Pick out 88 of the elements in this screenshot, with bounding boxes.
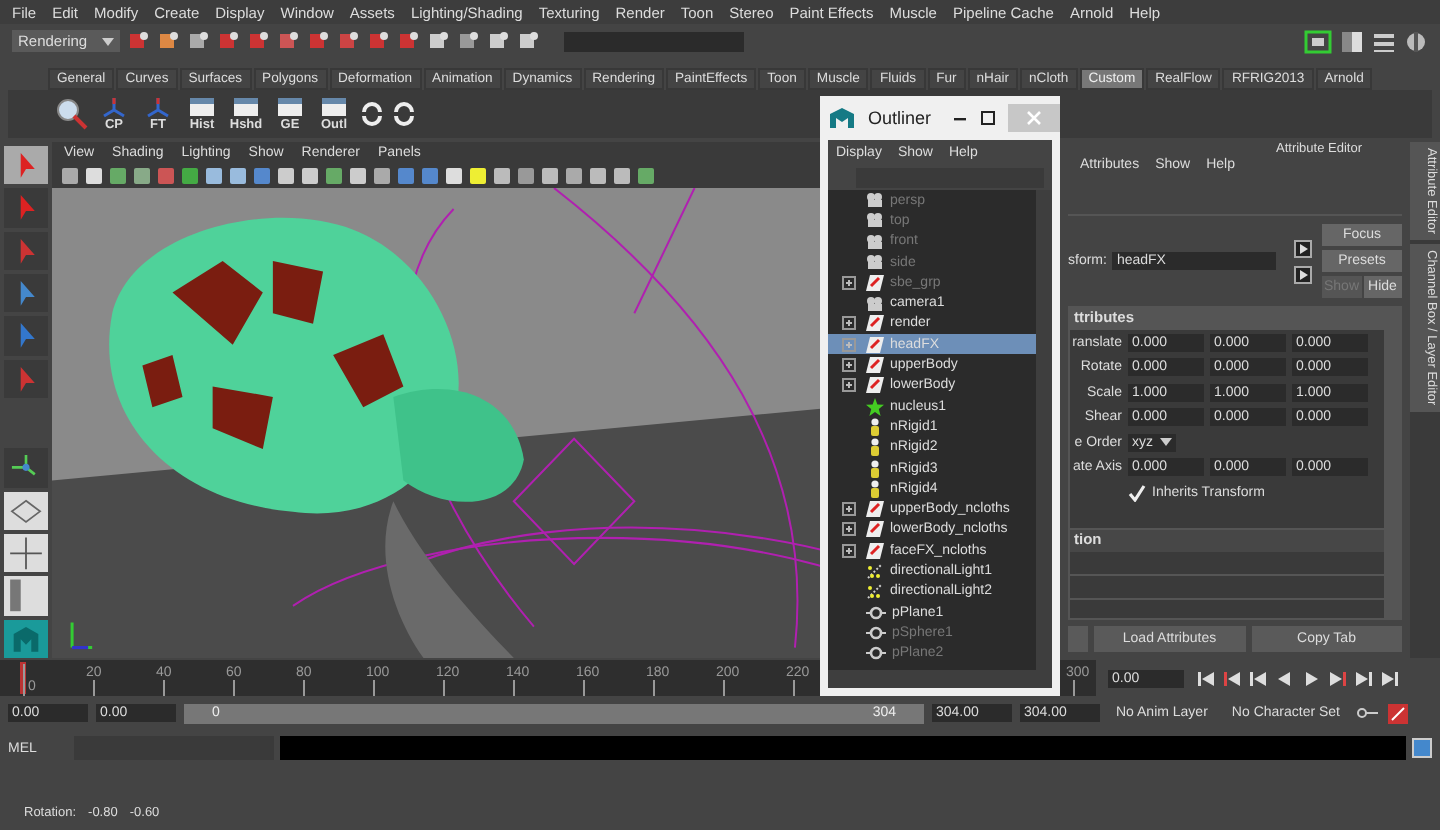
tool-icon[interactable] <box>248 30 270 52</box>
axes-icon <box>144 96 172 118</box>
playback-icon[interactable] <box>1274 669 1296 687</box>
star-icon <box>866 397 884 416</box>
filter-field[interactable] <box>856 168 1044 188</box>
tool-icon[interactable] <box>128 30 150 52</box>
logo-icon[interactable] <box>4 619 48 659</box>
checkbox[interactable] <box>1128 483 1146 502</box>
key-icon[interactable] <box>1356 704 1381 722</box>
arrow-icon[interactable] <box>1294 239 1313 257</box>
expand-icon[interactable] <box>841 502 855 517</box>
figure-icon <box>866 417 884 436</box>
list-icon[interactable] <box>1372 29 1396 53</box>
magnifier-icon[interactable] <box>56 98 88 130</box>
playback-icon[interactable] <box>1326 669 1348 687</box>
light-icon <box>866 582 884 601</box>
arrows-icon[interactable] <box>392 102 416 126</box>
panel-icon[interactable] <box>1340 29 1364 53</box>
expand-icon[interactable] <box>841 522 855 537</box>
window-icon <box>276 96 304 118</box>
tool-icon[interactable] <box>4 146 48 185</box>
expand-icon[interactable] <box>841 316 855 331</box>
camera-icon <box>866 254 884 271</box>
layout-icon[interactable] <box>4 533 48 573</box>
figure-icon <box>866 459 884 477</box>
axes-icon <box>100 96 128 118</box>
tool-icon[interactable] <box>458 30 480 52</box>
playback-icon[interactable] <box>1248 669 1270 687</box>
tool-icon[interactable] <box>308 30 330 52</box>
tool-icon[interactable] <box>428 30 450 52</box>
layout-icon[interactable] <box>4 576 48 616</box>
window-icon <box>232 96 260 118</box>
camera-icon <box>866 212 884 229</box>
arrows-icon[interactable] <box>360 102 384 126</box>
panel-icon[interactable] <box>1304 29 1332 53</box>
expand-icon[interactable] <box>841 543 855 558</box>
tool-icon[interactable] <box>158 30 180 52</box>
node-icon <box>866 273 884 292</box>
window-icon <box>188 96 216 118</box>
axis-icon <box>70 620 94 650</box>
expand-icon[interactable] <box>841 358 855 373</box>
scrollbar[interactable] <box>828 670 1052 688</box>
layout-icon[interactable] <box>4 491 48 530</box>
playback-icon[interactable] <box>1222 669 1244 687</box>
playback-icon[interactable] <box>1196 669 1218 687</box>
scrollbar[interactable] <box>1036 190 1052 670</box>
camera-icon <box>866 233 884 250</box>
tool-icon[interactable] <box>188 30 210 52</box>
input-field[interactable] <box>564 31 744 51</box>
tool-icon[interactable] <box>518 30 540 52</box>
maximize-icon[interactable] <box>980 110 996 126</box>
tool-icon[interactable] <box>398 30 420 52</box>
camera-icon <box>866 192 884 209</box>
playback-icon[interactable] <box>1352 669 1374 687</box>
node-icon <box>866 335 884 354</box>
app-logo-icon <box>828 106 856 130</box>
node-icon <box>866 314 884 333</box>
node-icon <box>866 541 884 560</box>
tool-icon[interactable] <box>338 30 360 52</box>
tool-icon[interactable] <box>368 30 390 52</box>
figure-icon <box>866 479 884 498</box>
caret-icon <box>1160 438 1172 447</box>
arrow-icon[interactable] <box>1294 265 1313 283</box>
expand-icon[interactable] <box>841 275 855 290</box>
tool-icon[interactable] <box>218 30 240 52</box>
figure-icon <box>866 438 884 457</box>
scrollbar[interactable] <box>1384 308 1400 618</box>
node-icon <box>866 500 884 519</box>
mesh-icon <box>866 625 886 640</box>
playback-icon[interactable] <box>1378 669 1400 687</box>
tool-icon[interactable] <box>488 30 510 52</box>
node-icon <box>866 356 884 375</box>
node-icon <box>866 520 884 539</box>
tool-icon[interactable] <box>278 30 300 52</box>
node-icon <box>866 376 884 395</box>
camera-icon <box>866 295 884 312</box>
window-icon <box>320 96 348 118</box>
light-icon <box>866 561 884 580</box>
tool-icon[interactable] <box>1404 29 1428 53</box>
playback-icon[interactable] <box>1300 669 1322 687</box>
mesh-icon <box>866 605 886 620</box>
axis-icon[interactable] <box>4 448 48 488</box>
mesh-icon <box>866 646 886 661</box>
tool-icon[interactable] <box>4 274 48 313</box>
caret-icon <box>102 37 114 45</box>
window-title: Outliner <box>868 108 934 128</box>
preferences-icon[interactable] <box>1388 703 1409 723</box>
expand-icon[interactable] <box>841 378 855 393</box>
